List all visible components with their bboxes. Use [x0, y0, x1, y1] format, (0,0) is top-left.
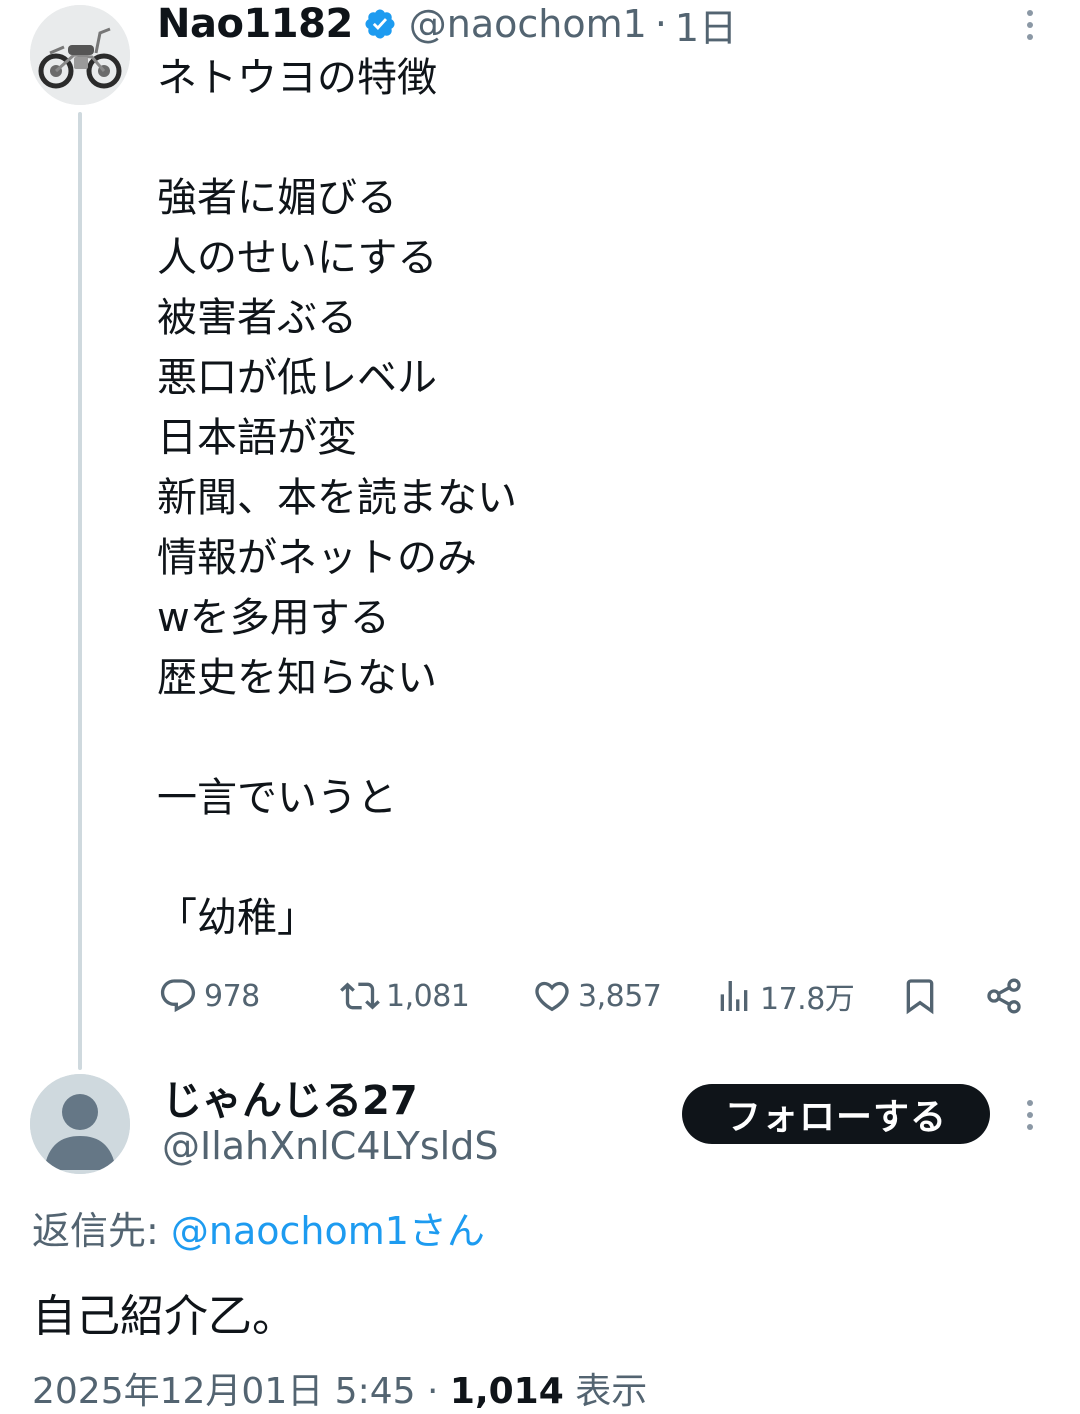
- tweet-line: 情報がネットのみ: [157, 535, 477, 581]
- views-icon: [720, 981, 748, 1011]
- repost-count: 1,081: [386, 978, 470, 1014]
- repost-button[interactable]: 1,081: [340, 970, 470, 1022]
- reply-date[interactable]: 2025年12月01日 5:45: [32, 1371, 416, 1412]
- motorcycle-avatar-image: [30, 5, 130, 105]
- heart-icon: [535, 981, 569, 1012]
- author-handle[interactable]: @naochom1: [409, 2, 647, 46]
- tweet-line: 強者に媚びる: [157, 175, 397, 221]
- author-avatar[interactable]: [30, 5, 130, 105]
- reply-author-handle[interactable]: @IlahXnlC4LYsldS: [162, 1124, 498, 1168]
- reply-views-count: 1,014: [449, 1371, 564, 1412]
- reply-button[interactable]: 978: [158, 970, 260, 1022]
- replying-to: 返信先: @naochom1さん: [32, 1200, 485, 1255]
- default-avatar-image: [30, 1074, 130, 1174]
- reply-meta: 2025年12月01日 5:45 · 1,014 表示: [32, 1362, 647, 1414]
- bookmark-icon: [906, 979, 934, 1015]
- follow-button[interactable]: フォローする: [682, 1084, 990, 1144]
- reply-count: 978: [204, 978, 260, 1014]
- tweet-line: [157, 108, 1017, 168]
- replying-prefix: 返信先:: [32, 1209, 171, 1253]
- views-count: 17.8万: [760, 982, 855, 1017]
- separator-dot: ·: [426, 1371, 439, 1412]
- reply-icon: [160, 979, 196, 1013]
- separator-dot: ·: [654, 2, 667, 46]
- author-name[interactable]: Nao1182: [157, 1, 353, 47]
- tweet-line: 「幼稚」: [157, 895, 317, 941]
- tweet-line: 新聞、本を読まない: [157, 475, 517, 521]
- tweet-time[interactable]: 1日: [675, 0, 737, 52]
- tweet-line: 歴史を知らない: [157, 655, 437, 701]
- replying-to-link[interactable]: @naochom1さん: [171, 1209, 485, 1253]
- verified-badge-icon[interactable]: [363, 7, 397, 41]
- tweet-line: wを多用する: [157, 595, 390, 641]
- tweet-line: 一言でいうと: [157, 775, 397, 821]
- tweet-line: [157, 708, 1017, 768]
- more-vertical-icon[interactable]: [1024, 10, 1036, 40]
- repost-icon: [340, 982, 380, 1010]
- thread-line: [78, 112, 82, 1070]
- tweet-header: Nao1182 @naochom1 · 1日: [157, 0, 737, 50]
- reply-author-name[interactable]: じゃんじる27: [162, 1068, 418, 1126]
- tweet-line: 悪口が低レベル: [157, 355, 437, 401]
- tweet-body: ネトウヨの特徴 強者に媚びる 人のせいにする 被害者ぶる 悪口が低レベル 日本語…: [157, 48, 1017, 948]
- more-vertical-icon[interactable]: [1024, 1100, 1036, 1130]
- like-button[interactable]: 3,857: [532, 970, 662, 1022]
- tweet-line: 人のせいにする: [157, 235, 438, 281]
- tweet-line: 日本語が変: [157, 415, 357, 461]
- bookmark-button[interactable]: [900, 970, 940, 1022]
- share-button[interactable]: [984, 970, 1024, 1022]
- default-avatar[interactable]: [30, 1074, 130, 1174]
- reply-views-label: 表示: [575, 1371, 648, 1412]
- reply-body: 自己紹介乙。: [32, 1291, 296, 1342]
- tweet-actions: 978 1,081 3,857 17.8万: [158, 970, 1038, 1022]
- share-icon: [987, 978, 1021, 1014]
- tweet-line: 被害者ぶる: [157, 295, 357, 341]
- tweet-line: ネトウヨの特徴: [157, 55, 437, 101]
- tweet-line: [157, 828, 1017, 888]
- like-count: 3,857: [578, 978, 662, 1014]
- views-button[interactable]: 17.8万: [714, 970, 855, 1022]
